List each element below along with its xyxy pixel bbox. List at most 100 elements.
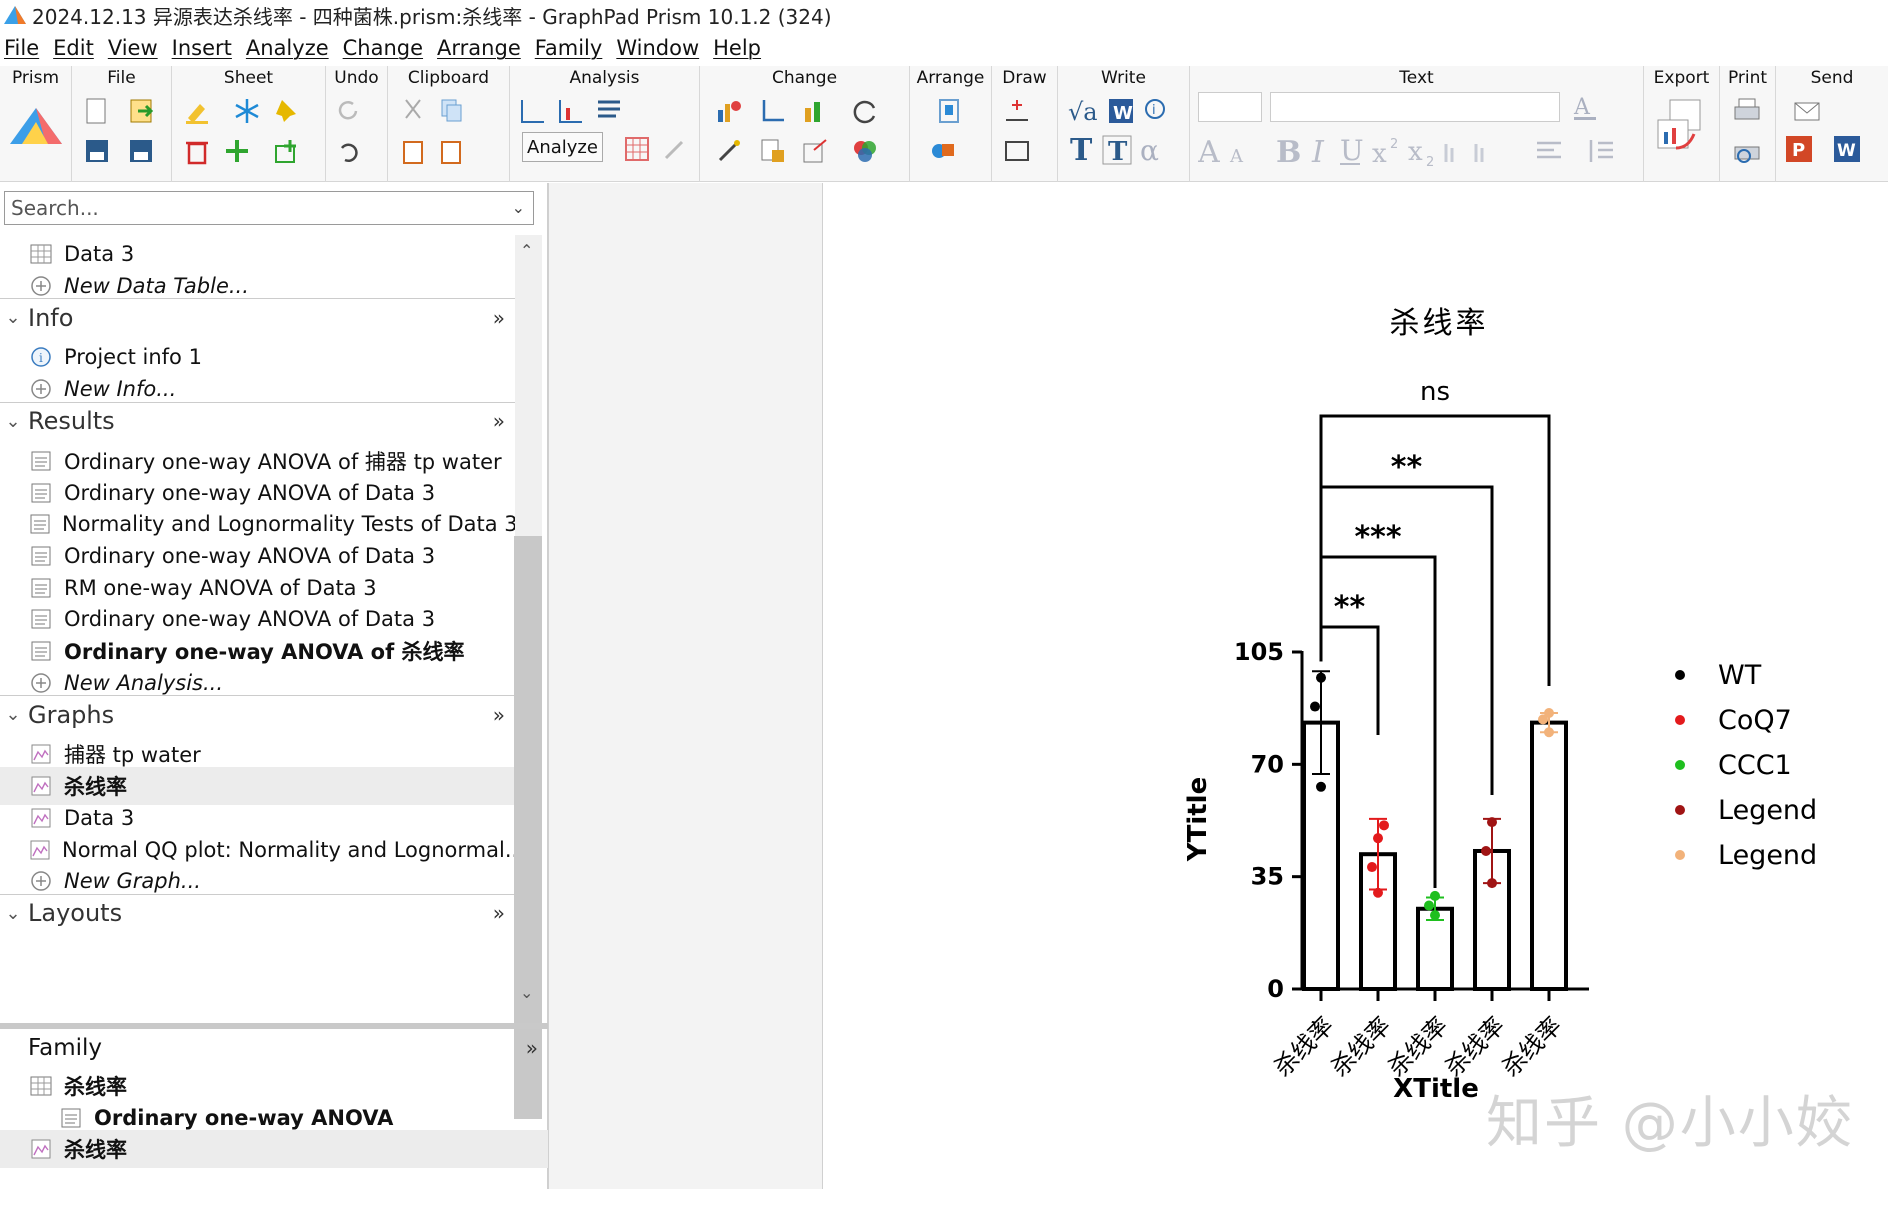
axes-icon[interactable] [758,96,788,126]
table-analysis-icon[interactable] [594,96,624,126]
menu-arrange[interactable]: Arrange [433,36,531,60]
color-scheme-icon[interactable] [850,136,880,166]
y-axis-label: YTitle [1183,777,1213,862]
menu-edit[interactable]: Edit [49,36,104,60]
font-color-icon[interactable]: A [1570,92,1600,122]
insert-sheet-icon[interactable] [272,136,302,166]
undo-icon[interactable] [334,136,364,166]
section-graphs[interactable]: ⌄ Graphs » [0,695,515,733]
text-tool-icon[interactable]: T [1068,134,1098,166]
bar-chart[interactable]: 杀线率03570105YTitle杀线率杀线率杀线率杀线率杀线率XTitle**… [824,183,1888,1189]
copy-icon[interactable] [436,96,466,126]
highlight-icon[interactable] [182,96,212,126]
cut-icon[interactable] [398,96,428,126]
prism-menu-icon[interactable] [8,104,64,148]
y-tick-label: 70 [1251,750,1284,778]
menu-view[interactable]: View [104,36,168,60]
align-text-icon[interactable] [1534,136,1564,166]
group-objects-icon[interactable] [928,136,958,166]
magic-wand-icon[interactable] [714,136,744,166]
menu-family[interactable]: Family [531,36,613,60]
menu-insert[interactable]: Insert [168,36,242,60]
wand-icon[interactable] [660,134,690,164]
font-size-select[interactable] [1198,92,1262,122]
graph-page[interactable]: 杀线率 0 35 70 105 YTitle 杀线率 杀线率 杀线率 杀线率 杀线率 XTitle **… [824,183,1888,1189]
expand-more-icon[interactable]: » [493,901,505,925]
new-file-icon[interactable] [82,96,112,126]
menu-change[interactable]: Change [339,36,433,60]
text-spacing-icon[interactable] [1442,136,1502,166]
analyze-button[interactable]: Analyze [522,132,603,162]
powerpoint-icon[interactable]: P [1784,134,1814,164]
chevron-down-icon[interactable]: ⌄ [0,704,26,725]
grid-icon[interactable] [622,134,652,164]
bold-icon[interactable]: B [1274,134,1302,168]
menu-window[interactable]: Window [612,36,709,60]
search-input[interactable]: Search... ⌄ [4,191,534,225]
ribbon-group-export: Export [1644,66,1720,182]
font-larger-icon[interactable]: AA [1198,134,1258,168]
italic-icon[interactable]: I [1308,134,1336,168]
superscript-icon[interactable]: x2 [1370,134,1404,168]
chevron-down-icon[interactable]: ⌄ [0,411,26,432]
data-point [1424,900,1434,911]
zoom-graph-icon[interactable] [800,136,830,166]
legend-marker [1675,760,1685,770]
word-object-icon[interactable]: W [1106,96,1136,126]
bar-chart-icon[interactable] [800,96,830,126]
change-graph-type-icon[interactable] [714,96,744,126]
chevron-down-icon[interactable]: ⌄ [0,903,26,924]
ribbon-group-clipboard: Clipboard [388,66,510,182]
paste-icon[interactable] [398,136,428,166]
section-info[interactable]: ⌄ Info » [0,298,515,336]
underline-icon[interactable]: U [1336,134,1366,168]
scroll-down-icon[interactable]: ⌄ [520,983,533,1002]
subscript-icon[interactable]: x2 [1406,134,1440,168]
align-icon[interactable] [934,96,964,126]
scroll-up-icon[interactable]: ⌃ [520,241,533,260]
column-analysis-icon[interactable] [556,96,586,126]
word-icon[interactable]: W [1832,134,1862,164]
significance-bracket [1319,625,1380,735]
snowflake-icon[interactable] [232,96,262,126]
expand-more-icon[interactable]: » [493,306,505,330]
x-tick-label: 杀线率 [1497,1011,1568,1082]
draw-line-icon[interactable] [1002,96,1032,126]
info-constant-icon[interactable]: i [1142,96,1172,126]
expand-more-icon[interactable]: » [493,409,505,433]
menu-help[interactable]: Help [709,36,771,60]
export-graph-icon[interactable] [1654,98,1710,154]
print-preview-icon[interactable] [1732,136,1762,166]
email-icon[interactable] [1792,96,1822,126]
refresh-icon[interactable] [850,96,880,126]
open-file-icon[interactable] [126,96,156,126]
tree-item[interactable]: 杀线率 [0,1130,548,1169]
legend-label: Legend [1718,840,1817,871]
add-sheet-icon[interactable] [222,136,252,166]
expand-more-icon[interactable]: » [526,1036,538,1060]
paste-special-icon[interactable] [436,136,466,166]
print-icon[interactable] [1732,96,1762,126]
pin-icon[interactable] [272,96,302,126]
save-icon[interactable] [82,136,112,166]
delete-sheet-icon[interactable] [182,136,212,166]
font-family-select[interactable] [1270,92,1560,122]
xy-analysis-icon[interactable] [518,96,548,126]
text-box-icon[interactable]: T [1102,134,1132,166]
redo-icon[interactable] [334,96,364,126]
svg-text:2: 2 [1390,137,1398,152]
menu-analyze[interactable]: Analyze [242,36,339,60]
chevron-down-icon[interactable]: ⌄ [512,198,525,217]
section-layouts[interactable]: ⌄ Layouts » [0,893,515,932]
format-graph-icon[interactable] [758,136,788,166]
equation-icon[interactable]: √a [1068,96,1100,126]
svg-text:P: P [1792,140,1805,161]
save-as-icon[interactable] [126,136,156,166]
draw-shape-icon[interactable] [1002,136,1032,166]
line-spacing-icon[interactable] [1586,136,1616,166]
section-results[interactable]: ⌄ Results » [0,401,515,440]
greek-symbol-icon[interactable]: α [1138,134,1178,166]
expand-more-icon[interactable]: » [493,703,505,727]
menu-file[interactable]: File [0,36,49,60]
chevron-down-icon[interactable]: ⌄ [0,307,26,328]
